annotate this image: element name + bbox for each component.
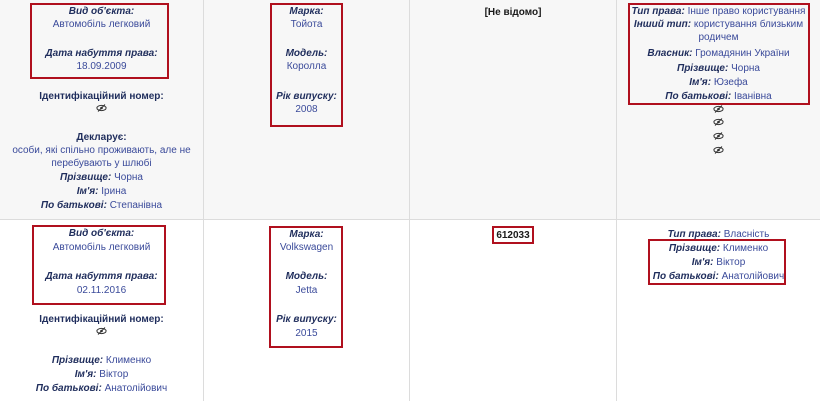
declaration-vehicles-table: Вид об'єкта: Автомобіль легковий Дата на… xyxy=(0,0,820,401)
highlight-box xyxy=(30,3,169,79)
highlight-box xyxy=(270,3,343,127)
surname-label: Прізвище: xyxy=(60,172,112,183)
cost-value: [Не відомо] xyxy=(484,7,542,18)
eye-slash-icon[interactable] xyxy=(617,104,820,117)
patronymic-label: По батькові: xyxy=(40,200,107,211)
name-value: Віктор xyxy=(99,369,129,380)
patronymic-field: По батькові: Степанівна xyxy=(0,199,203,212)
name-value: Ірина xyxy=(101,186,127,197)
declarant-value: особи, які спільно проживають, але не xyxy=(12,145,191,156)
declarant-value: перебувають у шлюбі xyxy=(51,158,152,169)
cost-cell: 612033 xyxy=(410,220,616,401)
patronymic-value: Степанівна xyxy=(109,200,163,211)
name-label: Ім'я: xyxy=(74,369,97,380)
name-label: Ім'я: xyxy=(76,186,99,197)
highlight-box xyxy=(492,226,534,244)
patronymic-field: По батькові: Анатолійович xyxy=(0,382,203,395)
eye-slash-icon[interactable] xyxy=(617,131,820,144)
surname-field: Прізвище: Клименко xyxy=(0,354,203,367)
surname-value: Чорна xyxy=(114,172,143,183)
cost-cell: [Не відомо] xyxy=(410,0,616,219)
surname-value: Клименко xyxy=(105,355,152,366)
eye-slash-icon[interactable] xyxy=(617,117,820,130)
highlight-box xyxy=(628,3,810,105)
patronymic-label: По батькові: xyxy=(35,383,102,394)
eye-slash-icon[interactable] xyxy=(0,103,203,116)
eye-slash-icon[interactable] xyxy=(0,326,203,339)
id-number-label: Ідентифікаційний номер: xyxy=(39,314,164,325)
eye-slash-icon[interactable] xyxy=(617,145,820,158)
surname-field: Прізвище: Чорна xyxy=(0,171,203,184)
name-field: Ім'я: Віктор xyxy=(0,368,203,381)
highlight-box xyxy=(648,239,786,285)
surname-label: Прізвище: xyxy=(51,355,104,366)
highlight-box xyxy=(32,225,166,305)
patronymic-value: Анатолійович xyxy=(104,383,168,394)
name-field: Ім'я: Ірина xyxy=(0,185,203,198)
id-number-label: Ідентифікаційний номер: xyxy=(39,91,164,102)
highlight-box xyxy=(269,226,343,348)
declarant-label: Декларує: xyxy=(76,132,127,143)
